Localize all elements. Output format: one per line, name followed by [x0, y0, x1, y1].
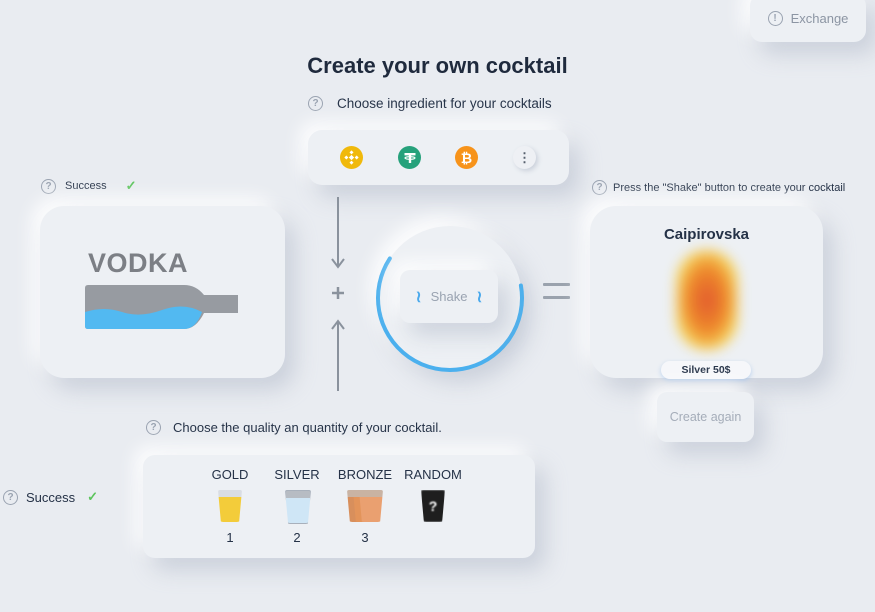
random-glass-icon: ?: [421, 490, 445, 522]
cocktail-name: Caipirovska: [663, 226, 750, 243]
checkmark-icon: ✓: [125, 178, 137, 193]
help-icon[interactable]: ?: [146, 420, 161, 435]
help-icon[interactable]: ?: [41, 178, 56, 194]
quality-hint: ? Choose the quality an quantity of your…: [146, 420, 442, 435]
tether-coin-icon[interactable]: [398, 146, 421, 169]
shake-hint-text: Press the "Shake" button to create your …: [613, 181, 846, 194]
quality-label: GOLD: [211, 467, 249, 482]
shake-label: Shake: [430, 289, 468, 304]
vodka-label: VODKA: [88, 248, 189, 278]
ingredient-arrows: [331, 197, 345, 391]
bitcoin-coin-icon[interactable]: ₿: [455, 146, 478, 169]
vodka-bottle-icon: [85, 285, 238, 329]
success-label: Success: [65, 180, 107, 192]
success-status: ? Success ✓: [41, 178, 136, 194]
gold-glass-icon: [218, 490, 242, 522]
exchange-button[interactable]: ! Exchange: [750, 0, 866, 42]
page-title: Create your own cocktail: [307, 53, 568, 78]
help-icon[interactable]: ?: [3, 489, 18, 505]
help-icon[interactable]: ?: [592, 180, 607, 195]
ingredient-hint-text: Choose ingredient for your cocktails: [337, 96, 552, 111]
silver-glass-icon: [285, 490, 311, 524]
checkmark-icon: ✓: [87, 489, 99, 504]
quality-hint-text: Choose the quality an quantity of your c…: [173, 420, 442, 435]
quality-label: BRONZE: [337, 467, 393, 482]
quality-count: 2: [293, 530, 301, 545]
quality-option-bronze[interactable]: BRONZE 3: [330, 467, 400, 545]
success-status: ? Success ✓: [3, 489, 98, 505]
more-options-icon[interactable]: ⋮: [513, 146, 536, 169]
bronze-glass-icon: [359, 490, 383, 522]
shake-button[interactable]: ≀ Shake ≀: [400, 270, 498, 323]
quality-count: 1: [226, 530, 234, 545]
exchange-label: Exchange: [790, 10, 849, 26]
equals-sign: [543, 283, 570, 309]
quality-count: 3: [361, 530, 369, 545]
wave-icon: ≀: [476, 288, 483, 306]
help-icon[interactable]: ?: [308, 96, 323, 111]
quality-option-gold[interactable]: GOLD 1: [195, 467, 265, 545]
wave-icon: ≀: [415, 288, 422, 306]
quality-option-silver[interactable]: SILVER 2: [262, 467, 332, 545]
cocktail-image: [676, 250, 738, 350]
create-again-button[interactable]: Create again: [657, 392, 754, 442]
price-badge: Silver 50$: [661, 361, 751, 379]
help-icon: !: [767, 10, 783, 26]
success-label: Success: [26, 489, 76, 505]
ingredient-hint: ? Choose ingredient for your cocktails: [308, 96, 552, 111]
binance-coin-icon[interactable]: [340, 146, 363, 169]
quality-option-random[interactable]: RANDOM ?: [398, 467, 468, 522]
shake-hint: ? Press the "Shake" button to create you…: [592, 180, 845, 195]
quality-label: RANDOM: [404, 467, 462, 482]
quality-label: SILVER: [274, 467, 320, 482]
